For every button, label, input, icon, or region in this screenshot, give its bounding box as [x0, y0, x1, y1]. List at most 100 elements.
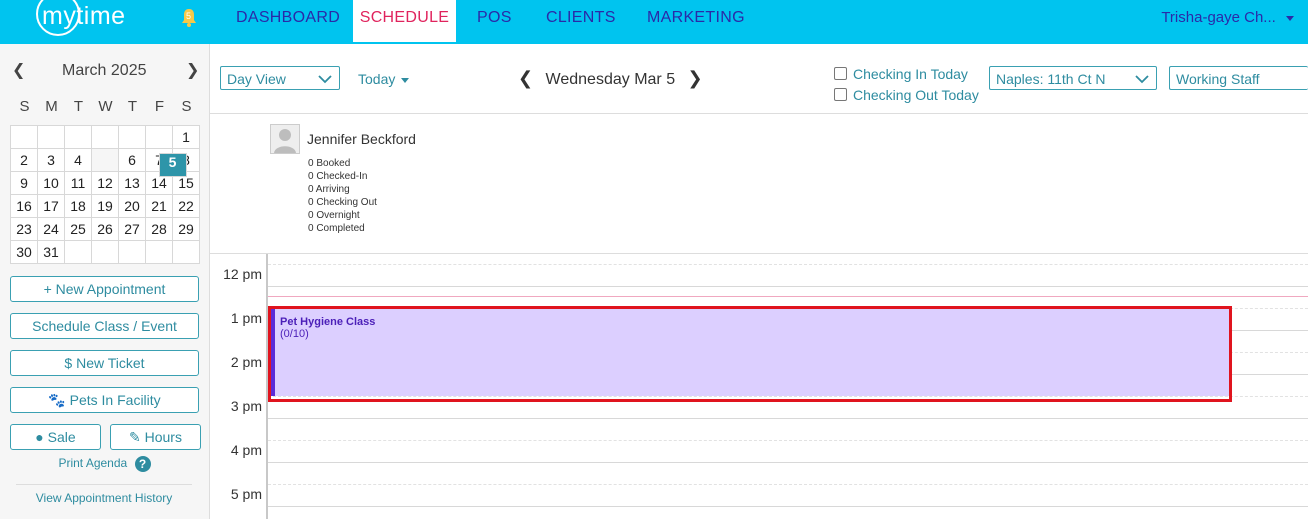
prev-day-icon[interactable]: ❮ — [518, 68, 533, 88]
calendar-day[interactable]: 23 — [10, 217, 38, 241]
calendar-day[interactable]: 1 — [172, 125, 200, 149]
calendar-day[interactable]: 11 — [64, 171, 92, 195]
nav-schedule[interactable]: SCHEDULE — [353, 0, 456, 42]
mini-calendar-header: ❮ March 2025 ❯ — [0, 60, 209, 84]
nav-dashboard[interactable]: DASHBOARD — [236, 0, 340, 44]
checking-out-label: Checking Out Today — [853, 87, 979, 103]
time-label: 4 pm — [230, 442, 262, 458]
day-schedule-grid[interactable]: 12 pm 1 pm 2 pm 3 pm 4 pm 5 pm Pet Hygie… — [210, 254, 1308, 519]
view-select-value: Day View — [227, 71, 286, 87]
calendar-day[interactable]: 27 — [118, 217, 146, 241]
calendar-day[interactable]: 10 — [37, 171, 65, 195]
class-event-block[interactable]: Pet Hygiene Class (0/10) — [270, 308, 1230, 396]
hours-label: Hours — [144, 429, 182, 445]
stat-completed: 0 Completed — [308, 223, 365, 234]
nav-pos[interactable]: POS — [477, 0, 512, 44]
calendar-day[interactable]: 19 — [91, 194, 119, 218]
new-ticket-button[interactable]: $ New Ticket — [10, 350, 199, 376]
view-select[interactable]: Day View — [220, 66, 340, 90]
appointment-history-link[interactable]: View Appointment History — [16, 484, 192, 505]
calendar-week-row: 30 31 — [10, 240, 200, 264]
staff-name[interactable]: Jennifer Beckford — [307, 131, 416, 147]
checking-in-label: Checking In Today — [853, 66, 968, 82]
calendar-day[interactable]: 6 — [118, 148, 146, 172]
calendar-day[interactable]: 17 — [37, 194, 65, 218]
calendar-day[interactable]: 4 — [64, 148, 92, 172]
weekday-label: S — [181, 98, 192, 115]
checking-in-filter[interactable]: Checking In Today — [834, 66, 968, 82]
new-appointment-button[interactable]: + New Appointment — [10, 276, 199, 302]
hours-button[interactable]: ✎ Hours — [110, 424, 201, 450]
today-label: Today — [358, 71, 396, 87]
print-agenda[interactable]: Print Agenda ? — [0, 456, 209, 472]
staff-filter-select[interactable]: Working Staff — [1169, 66, 1308, 90]
calendar-empty-cell — [145, 240, 173, 264]
checking-in-checkbox[interactable] — [834, 67, 847, 80]
time-label: 12 pm — [223, 266, 262, 282]
current-time-line — [268, 296, 1308, 297]
calendar-day[interactable]: 24 — [37, 217, 65, 241]
calendar-empty-cell — [64, 240, 92, 264]
date-navigator: ❮ Wednesday Mar 5 ❯ — [518, 68, 703, 89]
schedule-toolbar: Day View Today ❮ Wednesday Mar 5 ❯ Check… — [210, 44, 1308, 114]
calendar-week-row: 1 — [10, 125, 200, 149]
checking-out-checkbox[interactable] — [834, 88, 847, 101]
staff-filter-value: Working Staff — [1176, 71, 1260, 87]
calendar-day[interactable]: 22 — [172, 194, 200, 218]
logo-text: mytime — [42, 2, 126, 30]
calendar-empty-cell — [64, 125, 92, 149]
event-title: Pet Hygiene Class — [280, 316, 376, 328]
event-capacity: (0/10) — [280, 328, 309, 340]
calendar-day[interactable]: 2 — [10, 148, 38, 172]
print-agenda-link[interactable]: Print Agenda — [58, 456, 127, 470]
next-day-icon[interactable]: ❯ — [688, 68, 703, 88]
sale-button[interactable]: ● Sale — [10, 424, 101, 450]
stat-overnight: 0 Overnight — [308, 210, 360, 221]
calendar-day[interactable]: 16 — [10, 194, 38, 218]
weekday-label: T — [127, 98, 138, 115]
nav-clients[interactable]: CLIENTS — [546, 0, 616, 44]
calendar-day[interactable]: 21 — [145, 194, 173, 218]
calendar-day[interactable]: 18 — [64, 194, 92, 218]
next-month-icon[interactable]: ❯ — [186, 60, 199, 80]
calendar-empty-cell — [91, 125, 119, 149]
user-name: Trisha-gaye Ch... — [1161, 9, 1276, 26]
weekday-header: S M T W T F S — [11, 98, 200, 115]
staff-stats: 0 Booked 0 Checked-In 0 Arriving 0 Check… — [308, 157, 377, 235]
location-select-value: Naples: 11th Ct N — [996, 71, 1106, 87]
today-dropdown[interactable]: Today — [358, 71, 410, 87]
current-date: Wednesday Mar 5 — [545, 71, 676, 88]
calendar-day[interactable]: 12 — [91, 171, 119, 195]
weekday-label: M — [45, 98, 58, 115]
stat-checking-out: 0 Checking Out — [308, 197, 377, 208]
calendar-day[interactable]: 9 — [10, 171, 38, 195]
user-menu[interactable]: Trisha-gaye Ch... — [1161, 0, 1294, 36]
time-axis-line — [266, 254, 268, 519]
schedule-class-button[interactable]: Schedule Class / Event — [10, 313, 199, 339]
nav-marketing[interactable]: MARKETING — [647, 0, 745, 44]
checking-out-filter[interactable]: Checking Out Today — [834, 87, 979, 103]
help-icon[interactable]: ? — [134, 456, 151, 472]
paw-icon: 🐾 — [48, 392, 66, 408]
calendar-day[interactable]: 31 — [37, 240, 65, 264]
notification-bell-icon[interactable]: 5 — [180, 8, 198, 28]
stat-arriving: 0 Arriving — [308, 184, 350, 195]
calendar-day[interactable]: 20 — [118, 194, 146, 218]
grid-line — [268, 484, 1308, 485]
calendar-day[interactable]: 29 — [172, 217, 200, 241]
calendar-day[interactable]: 13 — [118, 171, 146, 195]
calendar-week-row: 16 17 18 19 20 21 22 — [10, 194, 200, 218]
chevron-down-icon — [1135, 75, 1149, 84]
location-select[interactable]: Naples: 11th Ct N — [989, 66, 1157, 90]
time-label: 3 pm — [230, 398, 262, 414]
weekday-label: F — [154, 98, 165, 115]
calendar-day[interactable]: 3 — [37, 148, 65, 172]
pets-in-facility-button[interactable]: 🐾 Pets In Facility — [10, 387, 199, 413]
calendar-day[interactable]: 5 — [158, 152, 187, 177]
calendar-day[interactable]: 26 — [91, 217, 119, 241]
grid-line — [268, 418, 1308, 419]
prev-month-icon[interactable]: ❮ — [12, 60, 25, 80]
calendar-day[interactable]: 30 — [10, 240, 38, 264]
calendar-day[interactable]: 28 — [145, 217, 173, 241]
calendar-day[interactable]: 25 — [64, 217, 92, 241]
